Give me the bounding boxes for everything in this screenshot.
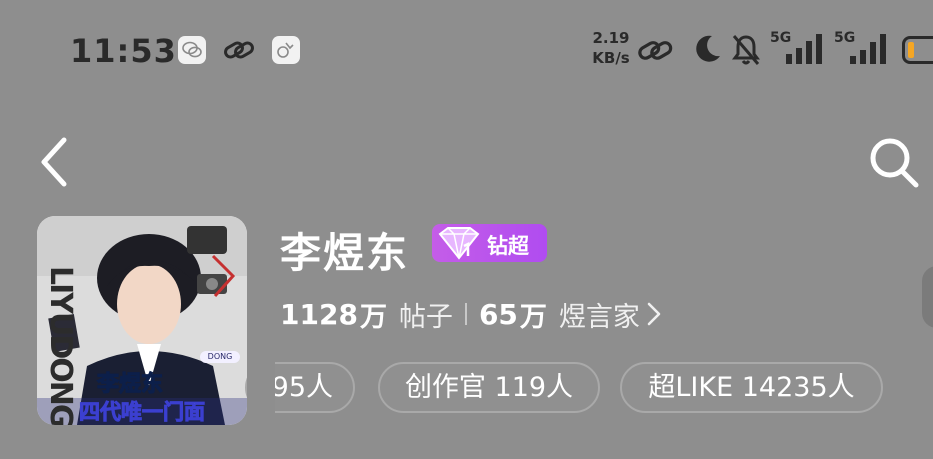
search-button[interactable] (866, 136, 920, 190)
avatar[interactable]: LIYUDONG DONG 李煜东 四代唯一门面 (37, 216, 247, 425)
super-like-chip[interactable]: 超LIKE 14235人 (620, 362, 883, 413)
signal-icon (786, 34, 822, 64)
avatar-stamp: DONG (200, 351, 240, 363)
profile-name: 李煜东 (280, 229, 409, 277)
network-speed-value: 2.19 (592, 29, 630, 47)
app-notification-icon (272, 36, 300, 64)
network-speed-unit: KB/s (592, 49, 630, 67)
posts-count: 1128 (280, 297, 358, 331)
bell-muted-icon (732, 35, 760, 65)
stats-divider (464, 303, 467, 325)
moon-icon (696, 35, 720, 62)
chevron-left-icon (41, 137, 67, 187)
badge-label: 钻超 (487, 234, 529, 258)
signal-icon (850, 34, 886, 64)
chip-scroll-mask (247, 355, 275, 425)
fans-label[interactable]: 煜言家 (559, 295, 640, 334)
posts-label: 帖子 (398, 301, 453, 333)
diamond-icon (438, 227, 480, 260)
link-icon (638, 41, 673, 60)
fans-count-unit[interactable]: 万 (520, 295, 547, 334)
back-button[interactable] (36, 136, 76, 188)
super-badge[interactable]: 钻超 (432, 224, 547, 262)
battery-icon (902, 36, 933, 64)
wechat-icon (178, 36, 206, 64)
side-drawer-handle[interactable] (922, 266, 933, 328)
battery-level (908, 42, 914, 58)
search-icon (870, 138, 919, 188)
status-time: 11:53 (70, 32, 177, 70)
profile-stats: 1128 万 帖子 65 万 煜言家 (280, 292, 662, 336)
chevron-right-icon[interactable] (646, 301, 662, 327)
posts-count-unit: 万 (359, 301, 387, 333)
avatar-name-text: 李煜东 (96, 371, 164, 398)
network-speed: 2.19 KB/s (590, 28, 632, 68)
avatar-caption-text: 四代唯一门面 (79, 399, 206, 425)
link-icon (224, 41, 254, 59)
fans-count[interactable]: 65 (479, 298, 518, 331)
creator-chip[interactable]: 创作官 119人 (378, 362, 600, 413)
status-bar: 11:53 2.19 KB/s 5G 5G (0, 0, 933, 100)
